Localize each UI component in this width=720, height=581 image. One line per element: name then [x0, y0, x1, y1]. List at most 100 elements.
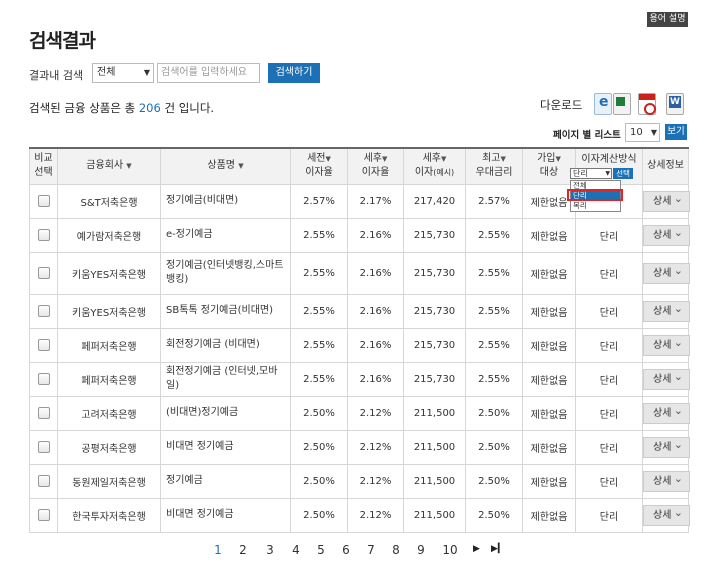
cell-max-rate: 2.55% [465, 293, 523, 329]
cell-max-rate: 2.55% [465, 217, 523, 253]
page-link-6[interactable]: 6 [336, 543, 356, 557]
sort-icon[interactable]: ▼ [126, 162, 131, 170]
cell-compare [29, 251, 58, 295]
detail-button[interactable]: 상세 [643, 435, 690, 458]
sort-icon[interactable]: ▼ [441, 155, 446, 163]
interest-method-select-button[interactable]: 선택 [613, 168, 633, 179]
glossary-button[interactable]: 용어 설명 [647, 12, 688, 27]
compare-checkbox[interactable] [37, 441, 50, 453]
view-button[interactable]: 보기 [665, 124, 687, 140]
cell-aftertax-rate: 2.16% [347, 361, 404, 397]
cell-interest-method: 단리 [575, 361, 643, 397]
cell-aftertax-interest: 217,420 [403, 183, 466, 219]
chevron-down-icon: ▼ [143, 68, 150, 77]
cell-pretax-rate: 2.57% [290, 183, 348, 219]
cell-detail: 상세 [642, 293, 690, 329]
cell-product: 비대면 정기예금 [160, 497, 291, 533]
compare-checkbox[interactable] [37, 267, 50, 279]
cell-max-rate: 2.50% [465, 429, 523, 465]
page-link-5[interactable]: 5 [311, 543, 331, 557]
page-link-7[interactable]: 7 [361, 543, 381, 557]
cell-product: 회전정기예금 (인터넷,모바일) [160, 361, 291, 397]
page-link-8[interactable]: 8 [386, 543, 406, 557]
compare-checkbox[interactable] [37, 229, 50, 241]
sort-icon[interactable]: ▼ [382, 155, 387, 163]
search-scope-select[interactable]: 전체 ▼ [92, 63, 154, 83]
table-row: 페퍼저축은행 회전정기예금 (인터넷,모바일) 2.55% 2.16% 215,730 2… [29, 361, 690, 397]
result-summary: 검색된 금융 상품은 총 206 건 입니다. [29, 100, 214, 116]
table-row: 동원제일저축은행 정기예금 2.50% 2.12% 211,500 2.50% 제한없음 단리… [29, 463, 690, 499]
header-product[interactable]: 상품명 ▼ [160, 147, 291, 185]
cell-max-rate: 2.55% [465, 251, 523, 295]
pagination: 1 2 3 4 5 6 7 8 9 10 ▶ ▶▎ [0, 543, 720, 557]
page-link-9[interactable]: 9 [411, 543, 431, 557]
cell-detail: 상세 [642, 395, 690, 431]
header-eligibility[interactable]: 가입▼ 대상 [522, 147, 576, 185]
interest-method-select[interactable]: 단리 ▼ [570, 168, 612, 179]
header-aftertax-interest[interactable]: 세후▼ 이자(예시) [403, 147, 466, 185]
cell-detail: 상세 [642, 251, 690, 295]
sort-icon[interactable]: ▼ [326, 155, 331, 163]
cell-aftertax-interest: 211,500 [403, 497, 466, 533]
cell-detail: 상세 [642, 217, 690, 253]
search-button[interactable]: 검색하기 [268, 63, 320, 83]
page-link-4[interactable]: 4 [286, 543, 306, 557]
compare-checkbox[interactable] [37, 373, 50, 385]
page-link-3[interactable]: 3 [260, 543, 280, 557]
header-pretax-rate[interactable]: 세전▼ 이자율 [290, 147, 348, 185]
page-title: 검색결과 [29, 30, 96, 52]
compare-checkbox[interactable] [37, 407, 50, 419]
cell-compare [29, 361, 58, 397]
cell-pretax-rate: 2.55% [290, 251, 348, 295]
detail-button[interactable]: 상세 [643, 401, 690, 424]
detail-button[interactable]: 상세 [643, 469, 690, 492]
sort-icon[interactable]: ▼ [238, 162, 243, 170]
cell-company: 키움YES저축은행 [57, 293, 161, 329]
detail-button[interactable]: 상세 [643, 299, 690, 322]
table-row: 키움YES저축은행 정기예금(인터넷뱅킹,스마트뱅킹) 2.55% 2.16% 215,… [29, 251, 690, 295]
detail-button[interactable]: 상세 [643, 367, 690, 390]
header-compare: 비교 선택 [29, 147, 58, 185]
detail-button[interactable]: 상세 [643, 189, 690, 212]
page-link-2[interactable]: 2 [233, 543, 253, 557]
detail-button[interactable]: 상세 [643, 223, 690, 246]
list-per-page-select[interactable]: 10 ▼ [625, 123, 660, 142]
sort-icon[interactable]: ▼ [501, 155, 506, 163]
list-per-page-value: 10 [630, 127, 643, 138]
word-icon[interactable] [666, 93, 684, 115]
ie-icon[interactable] [594, 93, 612, 115]
cell-detail: 상세 [642, 429, 690, 465]
compare-checkbox[interactable] [37, 339, 50, 351]
detail-button[interactable]: 상세 [643, 261, 690, 284]
cell-aftertax-interest: 211,500 [403, 429, 466, 465]
page-link-1[interactable]: 1 [208, 543, 228, 557]
cell-eligibility: 제한없음 [522, 497, 576, 533]
interest-method-filter: 단리 ▼ 선택 [570, 168, 633, 179]
search-input[interactable]: 검색어를 입력하세요 [157, 63, 260, 83]
result-summary-prefix: 검색된 금융 상품은 총 [29, 101, 139, 115]
header-company[interactable]: 금융회사 ▼ [57, 147, 161, 185]
pdf-icon[interactable] [638, 93, 656, 115]
cell-interest-method: 단리 [575, 293, 643, 329]
interest-method-option-compound[interactable]: 복리 [571, 201, 620, 211]
compare-checkbox[interactable] [37, 475, 50, 487]
cell-aftertax-rate: 2.16% [347, 327, 404, 363]
header-aftertax-rate[interactable]: 세후▼ 이자율 [347, 147, 404, 185]
detail-button[interactable]: 상세 [643, 503, 690, 526]
cell-product: 정기예금(인터넷뱅킹,스마트뱅킹) [160, 251, 291, 295]
cell-compare [29, 429, 58, 465]
cell-pretax-rate: 2.50% [290, 395, 348, 431]
excel-icon[interactable] [613, 93, 631, 115]
search-label: 결과내 검색 [29, 69, 84, 82]
page-link-10[interactable]: 10 [440, 543, 460, 557]
search-scope-value: 전체 [97, 67, 116, 78]
header-max-rate[interactable]: 최고▼ 우대금리 [465, 147, 523, 185]
next-page-icon[interactable]: ▶ [473, 544, 480, 554]
compare-checkbox[interactable] [37, 305, 50, 317]
last-page-icon[interactable]: ▶▎ [491, 544, 505, 554]
compare-checkbox[interactable] [37, 195, 50, 207]
sort-icon[interactable]: ▼ [556, 155, 561, 163]
compare-checkbox[interactable] [37, 509, 50, 521]
table-row: 예가람저축은행 e-정기예금 2.55% 2.16% 215,730 2.55% 제한없음 단… [29, 217, 690, 253]
detail-button[interactable]: 상세 [643, 333, 690, 356]
